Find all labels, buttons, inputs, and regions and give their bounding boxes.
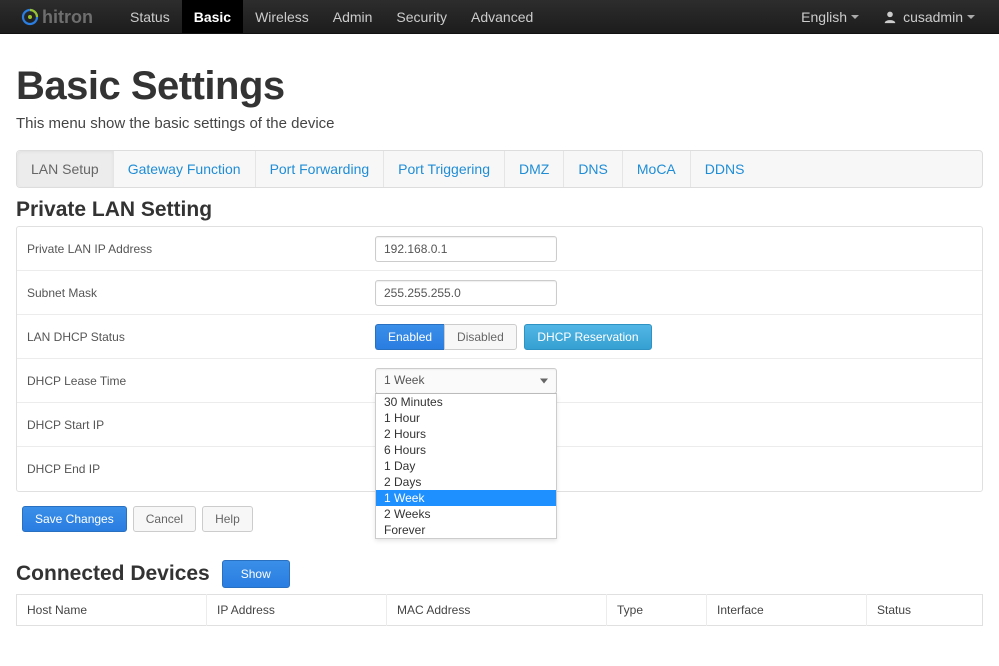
username-label: cusadmin — [903, 9, 963, 25]
lease-option[interactable]: Forever — [376, 522, 556, 538]
select-dropdown-lease-time: 30 Minutes1 Hour2 Hours6 Hours1 Day2 Day… — [375, 393, 557, 539]
tab-dns[interactable]: DNS — [564, 151, 623, 187]
brand-logo[interactable]: hitron — [20, 6, 106, 28]
section-title-private-lan: Private LAN Setting — [16, 198, 983, 222]
nav-item-status[interactable]: Status — [118, 0, 182, 33]
select-dhcp-lease-time[interactable]: 1 Week 30 Minutes1 Hour2 Hours6 Hours1 D… — [375, 368, 557, 394]
language-label: English — [801, 9, 847, 25]
row-subnet-mask: Subnet Mask — [17, 271, 982, 315]
column-mac-address: MAC Address — [387, 595, 607, 626]
label-private-lan-ip: Private LAN IP Address — [17, 242, 357, 256]
user-icon — [883, 10, 897, 24]
nav-right: English cusadmin — [789, 0, 987, 33]
dhcp-enabled-button[interactable]: Enabled — [375, 324, 444, 350]
tab-ddns[interactable]: DDNS — [691, 151, 759, 187]
help-button[interactable]: Help — [202, 506, 253, 532]
chevron-down-icon — [967, 15, 975, 19]
row-dhcp-lease-time: DHCP Lease Time 1 Week 30 Minutes1 Hour2… — [17, 359, 982, 403]
dhcp-disabled-button[interactable]: Disabled — [444, 324, 517, 350]
dhcp-status-toggle: Enabled Disabled — [375, 324, 517, 350]
table-header-row: Host NameIP AddressMAC AddressTypeInterf… — [17, 595, 983, 626]
nav-main: StatusBasicWirelessAdminSecurityAdvanced — [118, 0, 545, 33]
language-dropdown[interactable]: English — [789, 9, 871, 25]
label-dhcp-lease-time: DHCP Lease Time — [17, 374, 357, 388]
tab-port-forwarding[interactable]: Port Forwarding — [256, 151, 385, 187]
tab-moca[interactable]: MoCA — [623, 151, 691, 187]
column-type: Type — [607, 595, 707, 626]
tab-lan-setup[interactable]: LAN Setup — [17, 151, 114, 187]
nav-item-admin[interactable]: Admin — [321, 0, 385, 33]
chevron-down-icon — [851, 15, 859, 19]
column-host-name: Host Name — [17, 595, 207, 626]
nav-item-basic[interactable]: Basic — [182, 0, 243, 33]
column-status: Status — [867, 595, 983, 626]
lease-option[interactable]: 2 Hours — [376, 426, 556, 442]
row-lan-dhcp-status: LAN DHCP Status Enabled Disabled DHCP Re… — [17, 315, 982, 359]
cancel-button[interactable]: Cancel — [133, 506, 196, 532]
nav-item-security[interactable]: Security — [384, 0, 459, 33]
page-title: Basic Settings — [16, 64, 983, 109]
column-interface: Interface — [707, 595, 867, 626]
lease-option[interactable]: 2 Weeks — [376, 506, 556, 522]
connected-devices-title: Connected Devices — [16, 562, 210, 586]
dhcp-reservation-button[interactable]: DHCP Reservation — [524, 324, 651, 350]
lease-option[interactable]: 1 Hour — [376, 410, 556, 426]
nav-item-advanced[interactable]: Advanced — [459, 0, 545, 33]
private-lan-panel: Private LAN IP Address Subnet Mask LAN D… — [16, 226, 983, 492]
subnav-tabs: LAN SetupGateway FunctionPort Forwarding… — [16, 150, 983, 188]
top-navbar: hitron StatusBasicWirelessAdminSecurityA… — [0, 0, 999, 34]
connected-devices-table: Host NameIP AddressMAC AddressTypeInterf… — [16, 594, 983, 626]
nav-item-wireless[interactable]: Wireless — [243, 0, 321, 33]
show-devices-button[interactable]: Show — [222, 560, 290, 588]
connected-devices-header: Connected Devices Show — [16, 560, 983, 588]
page-subtitle: This menu show the basic settings of the… — [16, 115, 983, 132]
tab-gateway-function[interactable]: Gateway Function — [114, 151, 256, 187]
svg-text:hitron: hitron — [42, 7, 93, 27]
label-lan-dhcp-status: LAN DHCP Status — [17, 330, 357, 344]
column-ip-address: IP Address — [207, 595, 387, 626]
lease-option[interactable]: 30 Minutes — [376, 394, 556, 410]
lease-option[interactable]: 1 Day — [376, 458, 556, 474]
label-subnet-mask: Subnet Mask — [17, 286, 357, 300]
user-dropdown[interactable]: cusadmin — [871, 9, 987, 25]
page-container: Basic Settings This menu show the basic … — [0, 34, 999, 666]
label-dhcp-end-ip: DHCP End IP — [17, 462, 357, 476]
tab-dmz[interactable]: DMZ — [505, 151, 564, 187]
label-dhcp-start-ip: DHCP Start IP — [17, 418, 357, 432]
lease-option[interactable]: 1 Week — [376, 490, 556, 506]
tab-port-triggering[interactable]: Port Triggering — [384, 151, 505, 187]
input-subnet-mask[interactable] — [375, 280, 557, 306]
row-private-lan-ip: Private LAN IP Address — [17, 227, 982, 271]
select-display-lease-time[interactable]: 1 Week — [375, 368, 557, 394]
input-private-lan-ip[interactable] — [375, 236, 557, 262]
lease-option[interactable]: 6 Hours — [376, 442, 556, 458]
save-button[interactable]: Save Changes — [22, 506, 127, 532]
lease-option[interactable]: 2 Days — [376, 474, 556, 490]
